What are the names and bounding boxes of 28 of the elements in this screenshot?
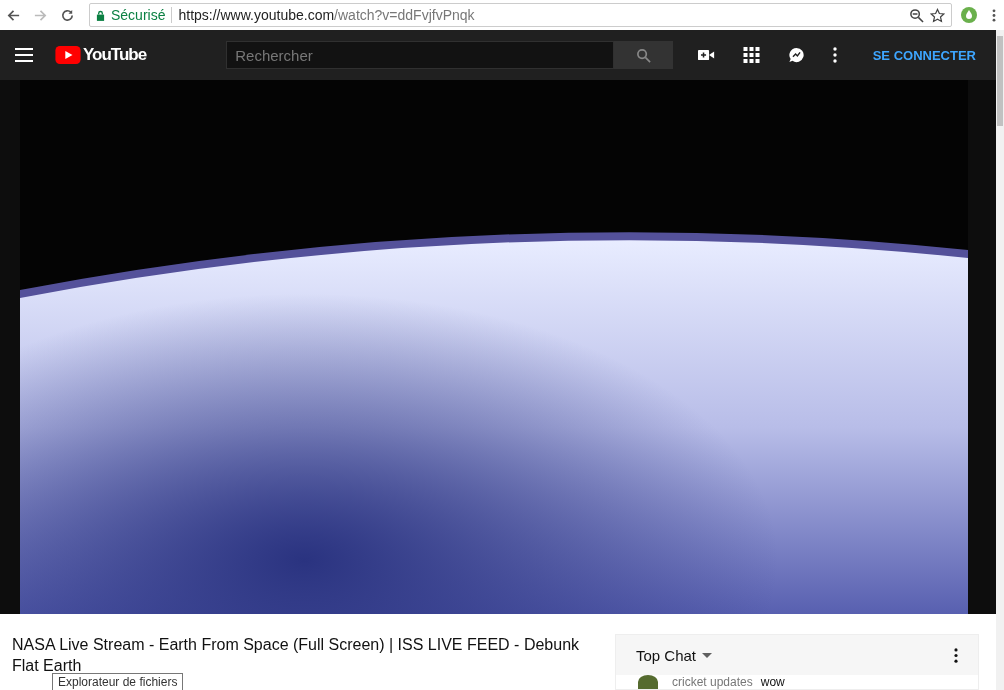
caret-icon — [702, 652, 713, 658]
chat-bubble-icon[interactable] — [787, 47, 805, 63]
apps-grid-icon[interactable] — [742, 47, 760, 63]
extension-icon[interactable] — [960, 6, 978, 24]
chat-message: wow — [760, 675, 785, 689]
search-button[interactable] — [614, 41, 674, 69]
reload-icon[interactable] — [60, 7, 75, 23]
youtube-logo[interactable]: YouTube — [55, 45, 147, 65]
more-options-icon[interactable] — [832, 47, 837, 63]
avatar — [638, 675, 658, 689]
browser-menu-icon[interactable] — [992, 7, 996, 23]
sign-in-button[interactable]: SE CONNECTER — [872, 47, 976, 63]
video-camera-icon[interactable] — [697, 47, 715, 63]
chat-options-icon[interactable] — [954, 647, 958, 663]
search-icon — [636, 47, 652, 63]
search-field[interactable]: Rechercher — [226, 41, 615, 69]
lock-icon — [96, 9, 105, 21]
zoom-icon[interactable] — [909, 7, 924, 23]
chat-author: cricket updates — [672, 675, 753, 689]
address-bar[interactable]: Sécurisé https://www.youtube.com/watch?v=ddFvjfvPnqk — [89, 3, 952, 27]
tooltip: Explorateur de fichiers — [52, 673, 184, 690]
chat-mode-dropdown[interactable]: Top Chat — [636, 646, 713, 664]
menu-icon[interactable] — [15, 48, 33, 62]
url-text: https://www.youtube.com/watch?v=ddFvjfvPnqk — [178, 7, 475, 23]
video-title: NASA Live Stream - Earth From Space (Full Screen) | ISS LIVE FEED - Debunk Flat Earth — [12, 635, 581, 676]
security-label: Sécurisé — [111, 7, 166, 23]
scrollbar[interactable] — [996, 30, 1004, 690]
star-icon[interactable] — [930, 7, 945, 23]
